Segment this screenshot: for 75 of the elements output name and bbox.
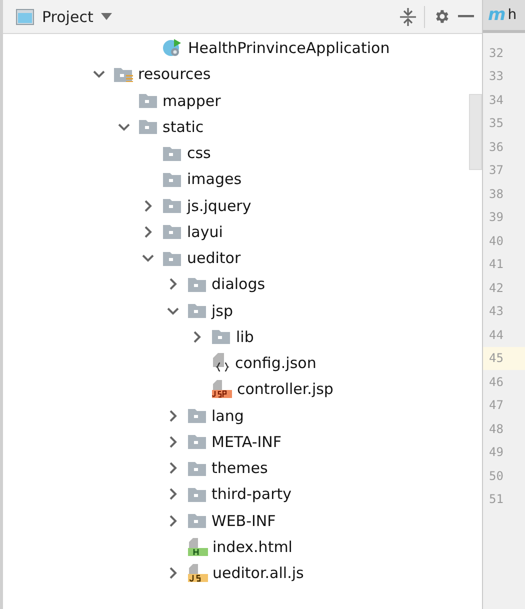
- tree-item[interactable]: dialogs: [212, 275, 266, 294]
- line-number: 43: [488, 303, 504, 320]
- tree-item[interactable]: images: [187, 170, 242, 188]
- line-number: 49: [488, 444, 504, 462]
- chevron-right-icon[interactable]: [142, 226, 154, 238]
- folder-icon: [212, 329, 231, 344]
- line-number: 46: [488, 374, 504, 391]
- line-number: 38: [488, 186, 504, 203]
- tree-item[interactable]: controller.jsp: [237, 380, 334, 398]
- tree-item[interactable]: themes: [212, 459, 268, 478]
- line-number: 37: [488, 162, 504, 180]
- tree-item[interactable]: css: [187, 144, 211, 162]
- line-number: 40: [488, 232, 504, 250]
- dropdown-caret-icon[interactable]: [101, 13, 112, 20]
- minimize-icon[interactable]: [458, 15, 474, 18]
- line-number: 41: [488, 256, 504, 274]
- line-number: 50: [488, 468, 504, 485]
- jsp-file-icon: [212, 380, 232, 398]
- tree-item[interactable]: js.jquery: [187, 196, 252, 215]
- tree-item[interactable]: layui: [187, 222, 223, 241]
- line-number: 45: [483, 346, 525, 370]
- editor-tab[interactable]: m h: [483, 0, 525, 33]
- tree-item[interactable]: lib: [236, 328, 254, 346]
- line-number: 32: [488, 44, 504, 62]
- panel-title: Project: [42, 8, 94, 26]
- folder-icon: [188, 513, 206, 528]
- tree-item[interactable]: WEB-INF: [212, 512, 276, 530]
- folder-icon: [188, 434, 206, 450]
- html-file-icon: [188, 538, 208, 556]
- line-number: 44: [488, 326, 504, 344]
- tree-item[interactable]: static: [162, 118, 204, 136]
- folder-icon: [188, 486, 206, 502]
- folder-icon: [188, 276, 206, 292]
- line-number: 39: [488, 209, 504, 226]
- folder-icon: [163, 198, 182, 214]
- folder-icon: [138, 93, 158, 108]
- collapse-all-icon[interactable]: [400, 6, 416, 26]
- settings-icon[interactable]: [433, 8, 450, 25]
- line-number: 33: [488, 68, 504, 86]
- line-number: 35: [488, 115, 504, 132]
- scrollbar-thumb[interactable]: [469, 94, 482, 170]
- chevron-down-icon[interactable]: [142, 252, 154, 264]
- folder-icon: [188, 408, 206, 424]
- folder-icon: [138, 119, 158, 134]
- folder-icon: [163, 224, 182, 240]
- folder-icon: [163, 146, 182, 161]
- tree-item[interactable]: ueditor: [187, 249, 241, 268]
- tree-item[interactable]: jsp: [212, 302, 234, 320]
- tree-item[interactable]: config.json: [235, 354, 316, 372]
- line-number: 47: [488, 397, 504, 414]
- tree-item[interactable]: ueditor.all.js: [212, 564, 304, 582]
- tree-item[interactable]: HealthPrinvinceApplication: [188, 39, 390, 58]
- line-number: 42: [488, 280, 504, 297]
- chevron-right-icon[interactable]: [191, 330, 203, 343]
- tree-item[interactable]: third-party: [212, 485, 292, 504]
- line-number: 36: [488, 138, 504, 156]
- folder-icon: [163, 172, 182, 187]
- line-number: 51: [488, 491, 504, 508]
- window-icon: [16, 8, 34, 24]
- spring-class-icon: [163, 38, 183, 58]
- folder-icon: [188, 460, 206, 476]
- json-file-icon: [212, 353, 230, 374]
- js-file-icon: [188, 564, 208, 582]
- folder-icon: [188, 303, 206, 318]
- chevron-right-icon[interactable]: [142, 200, 154, 212]
- line-number: 34: [488, 92, 504, 109]
- tree-item[interactable]: META-INF: [212, 432, 282, 451]
- tree-item[interactable]: index.html: [212, 538, 292, 556]
- line-number: 48: [488, 420, 504, 438]
- tree-item[interactable]: mapper: [162, 92, 221, 110]
- tree-item[interactable]: resources: [138, 65, 211, 84]
- folder-icon: [163, 250, 182, 266]
- folder-icon: [114, 66, 133, 82]
- chevron-down-icon[interactable]: [93, 68, 105, 80]
- tree-item[interactable]: lang: [212, 406, 244, 425]
